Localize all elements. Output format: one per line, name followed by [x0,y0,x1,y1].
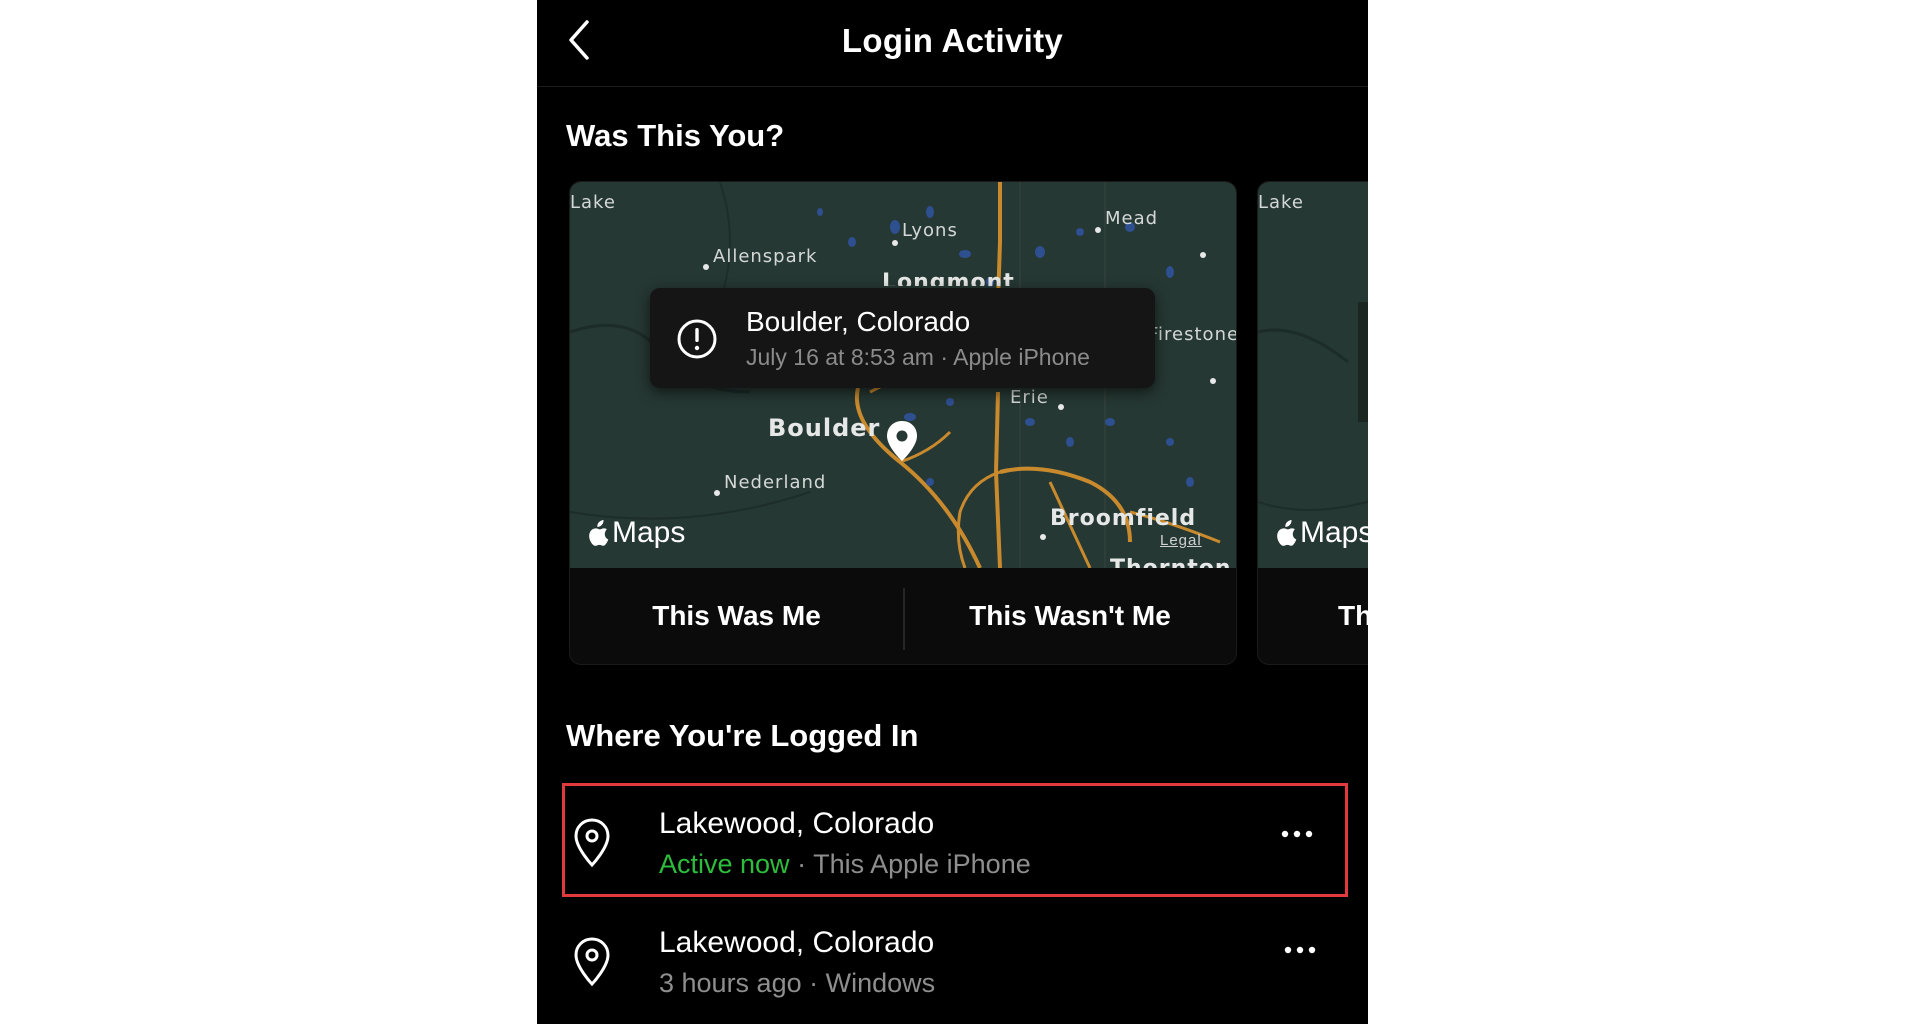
session-row[interactable]: Lakewood, Colorado 3 hours ago · Windows [562,902,1348,1016]
apple-maps-logo: Maps [588,516,685,550]
session-status: Active now [659,849,790,879]
more-dots-icon[interactable] [1277,824,1317,844]
map-label: Nederland [724,472,827,493]
this-was-me-button[interactable]: This Was Me [570,568,903,664]
login-activity-screen: Login Activity Was This You? Lake Lyons … [537,0,1368,1024]
map-label: Lake [570,192,616,213]
map-city-dot [1058,404,1064,410]
map-label: Allenspark [713,246,818,267]
alert-circle-icon [677,319,717,359]
login-map[interactable]: Lake Lyons Mead Allenspark Longmont Fire… [570,182,1236,568]
map-label: Firestone [1148,324,1236,345]
card-actions: This Was Me This Wasn't Me [570,568,1236,664]
callout-details: July 16 at 8:53 am · Apple iPhone [746,344,1090,370]
map-city-dot [1200,252,1206,258]
map-label: Boulder [768,414,881,442]
map-label: Lake [1258,192,1304,213]
session-device: Windows [825,968,936,998]
session-location: Lakewood, Colorado [659,807,935,840]
map-label: Mead [1105,208,1159,229]
map-label: Erie [1010,387,1049,408]
location-pin-icon [574,937,610,987]
maps-logo-text: Maps [1300,516,1368,549]
map-pin-icon [887,421,917,461]
session-location: Lakewood, Colorado [659,926,935,959]
map-city-dot [892,240,898,246]
session-details: 3 hours ago · Windows [659,968,935,999]
map-city-dot [1095,227,1101,233]
map-label: Lyons [902,220,958,241]
map-city-dot [714,490,720,496]
login-alert-card: Lake Lyons Mead Allenspark Longmont Fire… [569,181,1237,665]
was-this-you-heading: Was This You? [566,118,785,153]
session-details: Active now · This Apple iPhone [659,849,1031,880]
login-map[interactable]: Lake Maps [1258,182,1368,568]
apple-logo-icon [589,520,609,546]
map-label: Longmont [882,270,1015,286]
page-title: Login Activity [841,22,1064,59]
apple-logo-icon [1277,520,1297,546]
login-alert-card-next: Lake Maps Th [1257,181,1368,665]
this-wasnt-me-button[interactable]: This Wasn't Me [904,568,1236,664]
session-status: 3 hours ago [659,968,802,998]
map-city-dot [1210,378,1216,384]
map-city-dot [703,264,709,270]
login-location-callout: Boulder, Colorado July 16 at 8:53 am · A… [650,288,1155,388]
location-pin-icon [574,818,610,868]
where-logged-in-heading: Where You're Logged In [566,718,919,753]
maps-logo-text: Maps [612,516,686,549]
this-was-me-button[interactable]: Th [1338,568,1368,664]
more-dots-icon[interactable] [1280,940,1320,960]
session-separator: · [789,849,814,879]
map-legal-link[interactable]: Legal [1160,532,1202,549]
map-city-dot [1040,534,1046,540]
apple-maps-logo: Maps [1276,516,1368,550]
map-roads [1258,302,1368,511]
session-row[interactable]: Lakewood, Colorado Active now · This App… [562,783,1348,897]
card-actions: Th [1258,568,1368,664]
session-device: This Apple iPhone [813,849,1031,879]
nav-header: Login Activity [537,0,1368,87]
map-label: Broomfield [1050,506,1197,531]
map-label: Thornton [1110,556,1232,568]
session-separator: · [801,968,826,998]
callout-location: Boulder, Colorado [746,306,971,337]
